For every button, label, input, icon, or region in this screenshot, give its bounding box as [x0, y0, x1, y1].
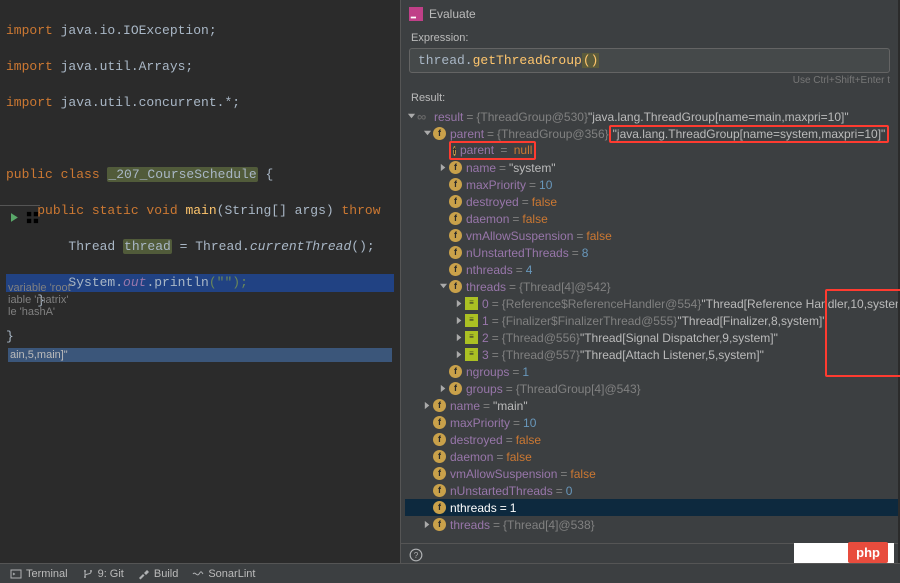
status-bar: Terminal 9: Git Build SonarLint [0, 563, 900, 583]
help-icon[interactable]: ? [409, 548, 423, 562]
expression-label: Expression: [401, 28, 898, 46]
problem-item[interactable]: iable 'matrix' [8, 294, 392, 306]
tree-node: fvmAllowSuspension = false [405, 465, 898, 482]
status-terminal[interactable]: Terminal [10, 568, 68, 580]
tree-node: fmaxPriority = 10 [405, 414, 898, 431]
tree-node: fvmAllowSuspension = false [405, 227, 898, 244]
expression-input[interactable]: thread.getThreadGroup() [409, 48, 890, 73]
tree-node: fthreads = {Thread[4]@538} [405, 516, 898, 533]
evaluate-dialog: Evaluate Expression: thread.getThreadGro… [400, 0, 898, 565]
problems-panel: variable 'root' iable 'matrix' le 'hashA… [0, 280, 400, 364]
search-result[interactable]: ain,5,main]" [8, 348, 392, 362]
tree-node: fdestroyed = false [405, 431, 898, 448]
terminal-icon [10, 568, 22, 580]
tree-node: fname = "main" [405, 397, 898, 414]
tree-node: fngroups = 1 [405, 363, 898, 380]
tree-node: fdaemon = false [405, 210, 898, 227]
run-icon[interactable] [6, 210, 21, 225]
wave-icon [192, 568, 204, 580]
hint-text: Use Ctrl+Shift+Enter t [401, 73, 898, 88]
tree-node-threads: fthreads = {Thread[4]@542} [405, 278, 898, 295]
dialog-titlebar[interactable]: Evaluate [401, 0, 898, 28]
tree-node-result: ∞result = {ThreadGroup@530} "java.lang.T… [405, 108, 898, 125]
tree-node: fnthreads = 4 [405, 261, 898, 278]
result-tree[interactable]: ∞result = {ThreadGroup@530} "java.lang.T… [401, 106, 898, 543]
tree-node-array-item: ≡0 = {Reference$ReferenceHandler@554} "T… [405, 295, 898, 312]
tree-node-parent: fparent = {ThreadGroup@356} "java.lang.T… [405, 125, 898, 142]
problem-item[interactable]: variable 'root' [8, 282, 392, 294]
svg-text:?: ? [414, 550, 419, 559]
tree-node: fnUnstartedThreads = 8 [405, 244, 898, 261]
intellij-icon [409, 7, 423, 21]
status-build[interactable]: Build [138, 568, 178, 580]
status-sonarlint[interactable]: SonarLint [192, 568, 255, 580]
watermark: php [848, 542, 888, 563]
tree-node-selected: fnthreads = 1 [405, 499, 898, 516]
problem-item[interactable]: le 'hashA' [8, 306, 392, 318]
branch-icon [82, 568, 94, 580]
dialog-title: Evaluate [429, 7, 476, 21]
tree-node: fnUnstartedThreads = 0 [405, 482, 898, 499]
tree-node-array-item: ≡2 = {Thread@556} "Thread[Signal Dispatc… [405, 329, 898, 346]
tree-node: fname = "system" [405, 159, 898, 176]
tree-node: fmaxPriority = 10 [405, 176, 898, 193]
tree-node-array-item: ≡1 = {Finalizer$FinalizerThread@555} "Th… [405, 312, 898, 329]
tree-node: fgroups = {ThreadGroup[4]@543} [405, 380, 898, 397]
result-label: Result: [401, 88, 898, 106]
grid-icon[interactable] [25, 210, 40, 225]
tree-node-parent-null: fparent = null [405, 142, 898, 159]
tree-node: fdaemon = false [405, 448, 898, 465]
status-git[interactable]: 9: Git [82, 568, 124, 580]
hammer-icon [138, 568, 150, 580]
tree-node: fdestroyed = false [405, 193, 898, 210]
tree-node-array-item: ≡3 = {Thread@557} "Thread[Attach Listene… [405, 346, 898, 363]
gutter-icons[interactable] [0, 205, 40, 229]
